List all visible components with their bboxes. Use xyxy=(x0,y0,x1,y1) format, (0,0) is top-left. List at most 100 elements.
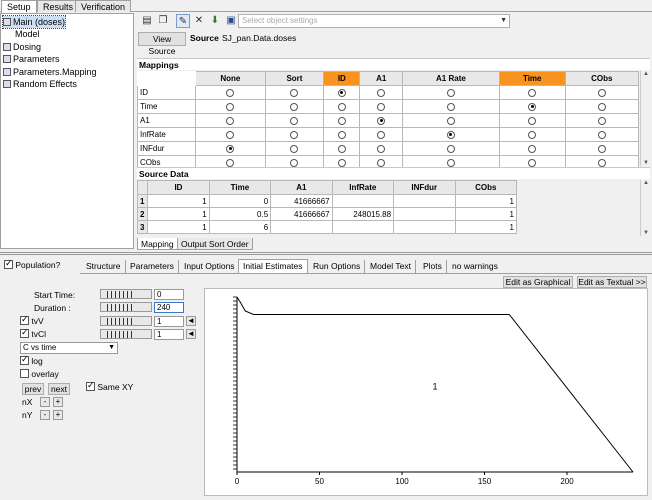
edit-icon[interactable]: ✎ xyxy=(176,14,190,28)
mappings-scrollbar[interactable]: ▲ ▼ xyxy=(640,71,650,166)
splitter[interactable] xyxy=(0,252,652,255)
table-row[interactable]: 3161 xyxy=(136,220,517,234)
tvV-checkbox[interactable]: tvV xyxy=(20,314,44,326)
radio-button[interactable] xyxy=(377,102,386,111)
radio-button[interactable] xyxy=(528,102,537,111)
tvCl-slider[interactable] xyxy=(100,329,152,339)
radio-button[interactable] xyxy=(377,116,386,125)
radio-button[interactable] xyxy=(597,144,606,153)
tree-item-random-effects[interactable]: Random Effects xyxy=(3,78,77,90)
object-settings-select[interactable]: Select object settings ▼ xyxy=(238,14,510,28)
tab-initial-estimates[interactable]: Initial Estimates xyxy=(238,259,308,273)
radio-button[interactable] xyxy=(226,116,235,125)
plot-select[interactable]: C vs time ▼ xyxy=(20,342,118,354)
source-data-scrollbar[interactable]: ▲ ▼ xyxy=(640,180,650,236)
radio-button[interactable] xyxy=(226,102,235,111)
tab-verification[interactable]: Verification xyxy=(75,0,132,12)
radio-button[interactable] xyxy=(290,88,299,97)
duration-input[interactable]: 240 xyxy=(154,302,184,313)
radio-button[interactable] xyxy=(446,158,455,167)
arrow-left-icon[interactable]: ◄ xyxy=(186,316,196,326)
radio-button[interactable] xyxy=(597,158,606,167)
tree-item-parameters-mapping[interactable]: Parameters.Mapping xyxy=(3,66,97,78)
radio-button[interactable] xyxy=(377,88,386,97)
checkbox[interactable] xyxy=(4,258,13,269)
radio-button[interactable] xyxy=(337,130,346,139)
radio-button[interactable] xyxy=(528,158,537,167)
tab-results[interactable]: Results xyxy=(37,0,80,12)
overlay-checkbox[interactable]: overlay xyxy=(20,369,59,379)
scroll-up-icon[interactable]: ▲ xyxy=(641,180,651,186)
log-checkbox[interactable]: log xyxy=(20,354,43,366)
radio-button[interactable] xyxy=(226,158,235,167)
radio-button[interactable] xyxy=(597,116,606,125)
close-icon[interactable]: ✕ xyxy=(192,14,206,28)
tvCl-input[interactable]: 1 xyxy=(154,329,184,340)
tab-structure[interactable]: Structure xyxy=(82,260,126,273)
tab-model-text[interactable]: Model Text xyxy=(366,260,416,273)
save-icon[interactable]: ▣ xyxy=(224,14,238,28)
radio-button[interactable] xyxy=(377,158,386,167)
radio-button[interactable] xyxy=(377,130,386,139)
tab-setup[interactable]: Setup xyxy=(1,0,37,13)
ny-plus-button[interactable]: + xyxy=(53,410,63,420)
prev-button[interactable]: prev xyxy=(22,383,44,395)
tab-mapping[interactable]: Mapping xyxy=(137,238,178,250)
tab-run-options[interactable]: Run Options xyxy=(309,260,366,273)
radio-button[interactable] xyxy=(337,102,346,111)
radio-button[interactable] xyxy=(226,130,235,139)
tree-item-dosing[interactable]: Dosing xyxy=(3,41,41,53)
arrow-left-icon[interactable]: ◄ xyxy=(186,329,196,339)
radio-button[interactable] xyxy=(597,130,606,139)
radio-button[interactable] xyxy=(528,116,537,125)
radio-button[interactable] xyxy=(597,102,606,111)
ny-minus-button[interactable]: - xyxy=(40,410,50,420)
radio-button[interactable] xyxy=(290,130,299,139)
radio-button[interactable] xyxy=(290,158,299,167)
radio-button[interactable] xyxy=(226,88,235,97)
radio-button[interactable] xyxy=(290,116,299,125)
duration-slider[interactable] xyxy=(100,302,152,312)
table-row[interactable]: 1 1 0 41666667 1 xyxy=(136,194,517,208)
radio-button[interactable] xyxy=(446,130,455,139)
radio-button[interactable] xyxy=(528,88,537,97)
copy-icon[interactable]: ❐ xyxy=(156,14,170,28)
nx-plus-button[interactable]: + xyxy=(53,397,63,407)
radio-button[interactable] xyxy=(377,144,386,153)
tree-item-parameters[interactable]: Parameters xyxy=(3,53,60,65)
tab-parameters[interactable]: Parameters xyxy=(126,260,179,273)
scroll-down-icon[interactable]: ▼ xyxy=(641,230,651,236)
radio-button[interactable] xyxy=(446,144,455,153)
scroll-up-icon[interactable]: ▲ xyxy=(641,71,651,77)
radio-button[interactable] xyxy=(337,88,346,97)
population-checkbox[interactable]: Population? xyxy=(4,258,60,270)
tree-item-main[interactable]: Main (doses) xyxy=(1,15,67,29)
start-time-slider[interactable] xyxy=(100,289,152,299)
radio-button[interactable] xyxy=(337,144,346,153)
radio-button[interactable] xyxy=(446,102,455,111)
table-row[interactable]: 2 1 0.5 41666667 248015.88 1 xyxy=(136,207,517,221)
tvV-slider[interactable] xyxy=(100,316,152,326)
tvV-input[interactable]: 1 xyxy=(154,316,184,327)
view-source-button[interactable]: View Source xyxy=(138,32,186,56)
same-xy-checkbox[interactable]: Same XY xyxy=(86,380,133,392)
radio-button[interactable] xyxy=(290,144,299,153)
radio-button[interactable] xyxy=(337,158,346,167)
tab-input-options[interactable]: Input Options xyxy=(180,260,240,273)
open-folder-icon[interactable]: ▤ xyxy=(140,14,154,28)
nx-minus-button[interactable]: - xyxy=(40,397,50,407)
tab-plots[interactable]: Plots xyxy=(419,260,447,273)
radio-button[interactable] xyxy=(226,144,235,153)
next-button[interactable]: next xyxy=(48,383,70,395)
radio-button[interactable] xyxy=(446,88,455,97)
radio-button[interactable] xyxy=(597,88,606,97)
radio-button[interactable] xyxy=(528,144,537,153)
edit-as-textual-button[interactable]: Edit as Textual >> xyxy=(577,276,647,288)
tab-output-sort-order[interactable]: Output Sort Order xyxy=(177,238,253,250)
radio-button[interactable] xyxy=(528,130,537,139)
tvCl-checkbox[interactable]: tvCl xyxy=(20,327,46,339)
initial-estimates-plot[interactable]: 0 50 100 150 200 1 xyxy=(204,288,648,496)
radio-button[interactable] xyxy=(337,116,346,125)
radio-button[interactable] xyxy=(446,116,455,125)
start-time-input[interactable]: 0 xyxy=(154,289,184,300)
